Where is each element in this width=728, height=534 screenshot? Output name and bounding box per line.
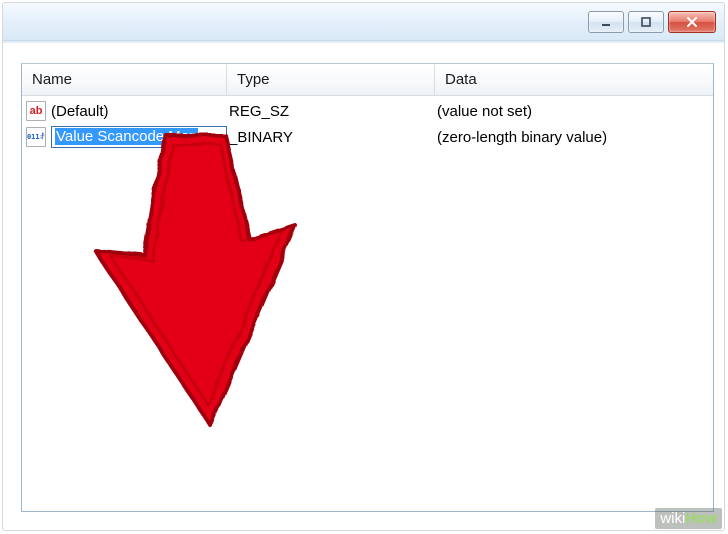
window-frame: Name Type Data (Default) REG_SZ (value n… <box>2 2 725 531</box>
minimize-button[interactable] <box>588 11 624 33</box>
watermark-wiki: wiki <box>660 510 685 527</box>
table-row[interactable]: Value Scancode Map _BINARY (zero-length … <box>22 124 713 150</box>
cell-data: (value not set) <box>435 103 713 120</box>
table-header: Name Type Data <box>22 64 713 96</box>
table-body: (Default) REG_SZ (value not set) Value S… <box>22 96 713 150</box>
reg-string-icon <box>26 101 46 121</box>
reg-binary-icon <box>26 127 46 147</box>
minimize-icon <box>600 16 612 28</box>
cell-name: Value Scancode Map <box>22 126 227 148</box>
table-row[interactable]: (Default) REG_SZ (value not set) <box>22 98 713 124</box>
registry-list-panel: Name Type Data (Default) REG_SZ (value n… <box>21 63 714 512</box>
watermark: wikiHow <box>655 508 722 529</box>
title-bar <box>3 3 724 41</box>
close-icon <box>685 16 699 28</box>
cell-name: (Default) <box>22 101 227 121</box>
maximize-icon <box>640 16 652 28</box>
cell-type: _BINARY <box>227 129 435 146</box>
column-header-type[interactable]: Type <box>227 64 435 95</box>
column-header-data[interactable]: Data <box>435 64 713 95</box>
maximize-button[interactable] <box>628 11 664 33</box>
close-button[interactable] <box>668 11 716 33</box>
value-name-label: (Default) <box>51 103 109 120</box>
column-header-name[interactable]: Name <box>22 64 227 95</box>
cell-data: (zero-length binary value) <box>435 129 713 146</box>
rename-input[interactable]: Value Scancode Map <box>51 126 227 148</box>
watermark-how: How <box>685 510 717 527</box>
cell-type: REG_SZ <box>227 103 435 120</box>
